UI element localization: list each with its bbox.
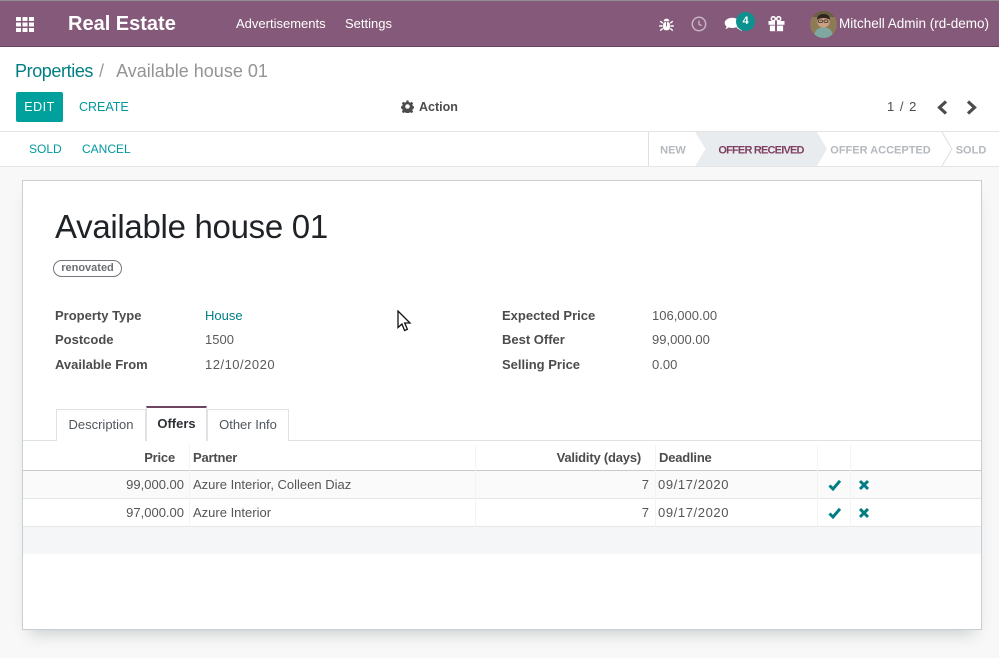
- svg-text:SOLD: SOLD: [956, 145, 987, 157]
- svg-text:OFFER RECEIVED: OFFER RECEIVED: [718, 145, 804, 157]
- svg-text:OFFER ACCEPTED: OFFER ACCEPTED: [830, 145, 930, 157]
- svg-text:NEW: NEW: [660, 145, 686, 157]
